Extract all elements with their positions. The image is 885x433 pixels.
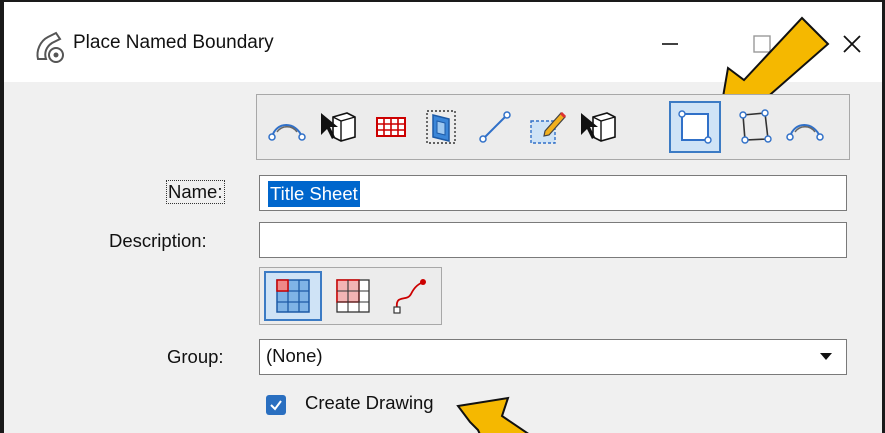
- tool-from-view[interactable]: [317, 103, 361, 151]
- tool-grid[interactable]: [369, 103, 413, 151]
- method-toolbar: [256, 94, 850, 160]
- close-icon: [843, 35, 861, 53]
- curve-icon: [393, 279, 426, 314]
- chevron-down-icon: [820, 353, 832, 360]
- tool-civil-stationing[interactable]: [265, 103, 309, 151]
- mode-grid-red[interactable]: [324, 271, 382, 321]
- tool-profile[interactable]: [783, 103, 827, 151]
- grid-icon: [376, 117, 406, 137]
- profile-icon: [786, 124, 824, 141]
- from-view-icon: [321, 112, 356, 142]
- tool-line[interactable]: [473, 103, 517, 151]
- mode-curve[interactable]: [380, 271, 438, 321]
- group-label: Group:: [167, 346, 224, 367]
- group-select-value: (None): [266, 345, 323, 366]
- create-drawing-checkbox[interactable]: [266, 395, 286, 415]
- name-field-value: Title Sheet: [268, 181, 360, 207]
- tool-shape[interactable]: [733, 103, 777, 151]
- grid-red-icon: [336, 279, 370, 313]
- mode-toolbar: [259, 267, 442, 325]
- group-select[interactable]: (None): [259, 339, 847, 375]
- tool-rectangle[interactable]: [669, 101, 721, 153]
- tool-from-volume[interactable]: [419, 103, 463, 151]
- mode-grid[interactable]: [264, 271, 322, 321]
- line-icon: [479, 111, 511, 143]
- civil-stationing-icon: [268, 124, 306, 141]
- shape-icon: [739, 109, 772, 144]
- annotation-arrow-bottom: [456, 396, 529, 433]
- description-label: Description:: [109, 230, 207, 251]
- minimize-icon: [662, 43, 678, 45]
- title-bar: Place Named Boundary: [4, 2, 882, 128]
- edit-element-icon: [530, 111, 567, 144]
- description-field[interactable]: [259, 222, 847, 258]
- create-drawing-label[interactable]: Create Drawing: [305, 392, 434, 414]
- close-button[interactable]: [830, 22, 874, 66]
- from-volume-icon: [426, 110, 456, 144]
- tool-pick-element[interactable]: [577, 103, 621, 151]
- name-label: Name:: [166, 180, 225, 204]
- window-title: Place Named Boundary: [73, 32, 274, 53]
- name-field[interactable]: Title Sheet: [259, 175, 847, 211]
- checkmark-icon: [270, 400, 282, 411]
- place-named-boundary-dialog: DR Place Named Boundary: [0, 0, 885, 433]
- pick-element-icon: [581, 112, 616, 142]
- grid-mode-icon: [276, 279, 310, 313]
- tool-edit-element[interactable]: [525, 103, 569, 151]
- app-icon: [36, 31, 64, 63]
- minimize-button[interactable]: [648, 22, 692, 66]
- rectangle-icon: [678, 110, 712, 144]
